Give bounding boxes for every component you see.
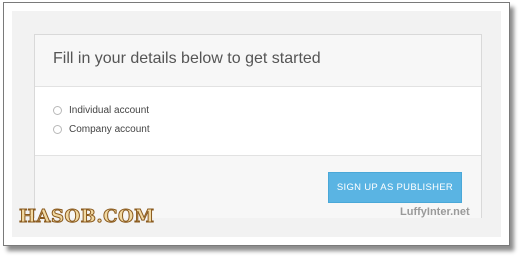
radio-label-individual[interactable]: Individual account xyxy=(69,105,149,116)
radio-label-company[interactable]: Company account xyxy=(69,124,150,135)
radio-option-company[interactable]: Company account xyxy=(53,122,150,136)
radio-unchecked-icon[interactable] xyxy=(53,105,62,115)
watermark-right: LuffyInter.net xyxy=(400,206,470,218)
radio-option-individual[interactable]: Individual account xyxy=(53,103,149,117)
card-header: Fill in your details below to get starte… xyxy=(35,35,481,87)
watermark-left: HASOB.COM xyxy=(19,206,155,228)
sign-up-as-publisher-button[interactable]: SIGN UP AS PUBLISHER xyxy=(328,172,462,203)
signup-card: Fill in your details below to get starte… xyxy=(34,34,482,218)
page-title: Fill in your details below to get starte… xyxy=(53,50,321,67)
radio-unchecked-icon[interactable] xyxy=(53,124,62,134)
